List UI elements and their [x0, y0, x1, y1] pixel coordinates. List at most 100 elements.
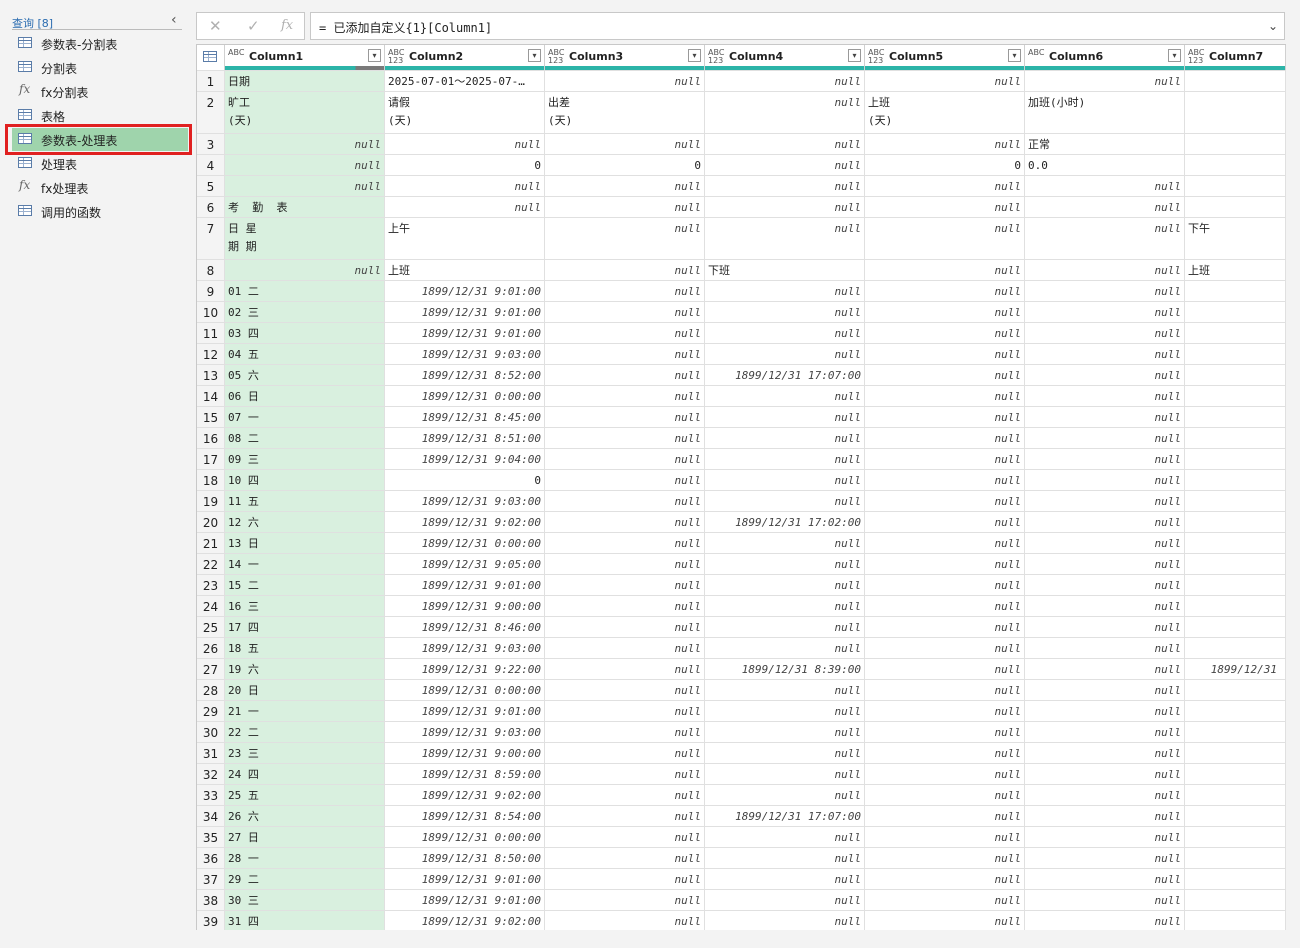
table-cell[interactable]: null	[865, 575, 1025, 595]
formula-text[interactable]: = 已添加自定义{1}[Column1]	[319, 19, 492, 36]
table-cell[interactable]: null	[1025, 554, 1185, 574]
filter-dropdown-icon[interactable]: ▾	[1168, 49, 1181, 62]
table-cell[interactable]: 2025-07-01～2025-07-…	[385, 71, 545, 91]
column-header[interactable]: ABC Column1 ▾	[225, 45, 385, 70]
table-cell[interactable]: null	[1025, 365, 1185, 385]
table-cell[interactable]: null	[705, 701, 865, 721]
table-cell[interactable]: null	[705, 470, 865, 490]
table-cell[interactable]: null	[705, 785, 865, 805]
table-cell[interactable]: null	[1025, 743, 1185, 763]
table-cell[interactable]: 27 日	[225, 827, 385, 847]
table-row[interactable]: 16 08 二 1899/12/31 8:51:00 null null null null	[197, 427, 1286, 448]
table-cell[interactable]: null	[705, 428, 865, 448]
table-cell[interactable]: 20 日	[225, 680, 385, 700]
table-cell[interactable]: null	[865, 365, 1025, 385]
table-cell[interactable]: null	[1025, 533, 1185, 553]
table-cell[interactable]: null	[865, 407, 1025, 427]
table-cell[interactable]: 15 二	[225, 575, 385, 595]
table-cell[interactable]: 1899/12/31 8:54:00	[385, 806, 545, 826]
column-type-icon[interactable]: ABC 123	[388, 49, 404, 65]
table-cell[interactable]: null	[865, 197, 1025, 217]
table-cell[interactable]: null	[545, 407, 705, 427]
table-cell[interactable]: 1899/12/31 9:01:00	[385, 890, 545, 910]
query-item[interactable]: fx fx处理表	[12, 176, 188, 199]
table-cell[interactable]: null	[705, 134, 865, 154]
table-cell[interactable]: null	[545, 134, 705, 154]
filter-dropdown-icon[interactable]: ▾	[368, 49, 381, 62]
column-header[interactable]: ABC 123 Column4 ▾	[705, 45, 865, 70]
table-cell[interactable]: 1899/12/31 9:05:00	[385, 554, 545, 574]
table-cell[interactable]	[1185, 890, 1286, 910]
table-cell[interactable]: null	[545, 722, 705, 742]
table-cell[interactable]: null	[705, 281, 865, 301]
table-cell[interactable]: null	[865, 806, 1025, 826]
table-cell[interactable]: null	[1025, 407, 1185, 427]
column-type-icon[interactable]: ABC	[1028, 49, 1044, 57]
table-row[interactable]: 1 日期 2025-07-01～2025-07-… null null null null	[197, 70, 1286, 91]
table-cell[interactable]: null	[1025, 869, 1185, 889]
table-cell[interactable]: 1899/12/31 9:00:00	[385, 596, 545, 616]
table-cell[interactable]: null	[705, 407, 865, 427]
column-type-icon[interactable]: ABC 123	[1188, 49, 1204, 65]
table-cell[interactable]	[1185, 407, 1286, 427]
table-cell[interactable]: null	[865, 323, 1025, 343]
table-row[interactable]: 39 31 四 1899/12/31 9:02:00 null null null null	[197, 910, 1286, 930]
table-cell[interactable]: 24 四	[225, 764, 385, 784]
table-cell[interactable]	[1185, 680, 1286, 700]
table-cell[interactable]: null	[545, 512, 705, 532]
table-cell[interactable]: null	[865, 743, 1025, 763]
table-cell[interactable]: null	[705, 869, 865, 889]
table-cell[interactable]: 0	[865, 155, 1025, 175]
table-cell[interactable]: 01 二	[225, 281, 385, 301]
table-cell[interactable]: null	[865, 785, 1025, 805]
table-cell[interactable]	[1185, 764, 1286, 784]
table-cell[interactable]	[1185, 701, 1286, 721]
table-cell[interactable]: null	[1025, 617, 1185, 637]
table-cell[interactable]: null	[545, 365, 705, 385]
table-row[interactable]: 29 21 一 1899/12/31 9:01:00 null null null null	[197, 700, 1286, 721]
table-cell[interactable]: 1899/12/31 9:02:00	[385, 512, 545, 532]
table-cell[interactable]: null	[705, 680, 865, 700]
table-row[interactable]: 30 22 二 1899/12/31 9:03:00 null null null null	[197, 721, 1286, 742]
table-cell[interactable]: 19 六	[225, 659, 385, 679]
table-cell[interactable]: 30 三	[225, 890, 385, 910]
table-cell[interactable]: 09 三	[225, 449, 385, 469]
table-cell[interactable]: null	[1025, 512, 1185, 532]
table-row[interactable]: 7日 星 期 期上午 null null null null 下午	[197, 217, 1286, 259]
table-cell[interactable]: 22 二	[225, 722, 385, 742]
table-cell[interactable]: null	[705, 827, 865, 847]
table-cell[interactable]: null	[865, 701, 1025, 721]
table-cell[interactable]	[1185, 638, 1286, 658]
table-cell[interactable]: null	[1025, 701, 1185, 721]
table-cell[interactable]: null	[545, 596, 705, 616]
table-cell[interactable]	[1185, 533, 1286, 553]
table-row[interactable]: 6考 勤 表 null null null null null	[197, 196, 1286, 217]
table-cell[interactable]: 出差 (天)	[545, 92, 705, 133]
table-cell[interactable]: null	[705, 71, 865, 91]
table-cell[interactable]: null	[865, 71, 1025, 91]
table-row[interactable]: 2 旷工 (天) 请假 (天) 出差 (天) null 上班 (天) 加班(小时)	[197, 91, 1286, 133]
table-cell[interactable]: 16 三	[225, 596, 385, 616]
table-cell[interactable]	[1185, 512, 1286, 532]
table-row[interactable]: 35 27 日 1899/12/31 0:00:00 null null null null	[197, 826, 1286, 847]
table-cell[interactable]: 上班	[385, 260, 545, 280]
table-cell[interactable]: null	[1025, 596, 1185, 616]
table-cell[interactable]	[1185, 281, 1286, 301]
table-cell[interactable]: null	[225, 155, 385, 175]
table-cell[interactable]: null	[705, 218, 865, 259]
table-cell[interactable]: null	[545, 827, 705, 847]
table-row[interactable]: 26 18 五 1899/12/31 9:03:00 null null null null	[197, 637, 1286, 658]
table-cell[interactable]: 21 一	[225, 701, 385, 721]
table-cell[interactable]: 上午	[385, 218, 545, 259]
table-cell[interactable]: null	[865, 386, 1025, 406]
filter-dropdown-icon[interactable]: ▾	[688, 49, 701, 62]
table-cell[interactable]	[1185, 806, 1286, 826]
cancel-icon[interactable]: ✕	[209, 17, 222, 35]
table-cell[interactable]: 07 一	[225, 407, 385, 427]
table-cell[interactable]	[1185, 491, 1286, 511]
table-cell[interactable]	[1185, 386, 1286, 406]
table-row[interactable]: 34 26 六 1899/12/31 8:54:00 null 1899/12/31 1…	[197, 805, 1286, 826]
table-cell[interactable]: null	[705, 596, 865, 616]
table-cell[interactable]: 1899/12/31 17:07:00	[705, 806, 865, 826]
table-cell[interactable]: 1899/12/31 8:50:00	[385, 848, 545, 868]
